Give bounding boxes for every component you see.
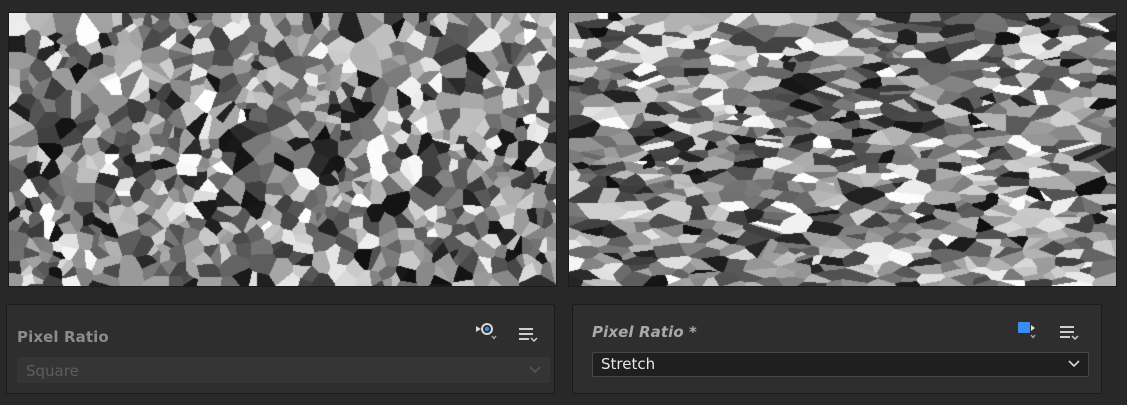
- inherit-link-icon[interactable]: [474, 321, 500, 343]
- preview-square: [8, 12, 557, 287]
- pixel-ratio-value: Square: [26, 362, 79, 380]
- pixel-ratio-select[interactable]: Stretch: [592, 352, 1089, 377]
- pixel-ratio-select[interactable]: Square: [17, 357, 550, 383]
- pixel-ratio-label: Pixel Ratio *: [592, 323, 698, 341]
- chevron-down-icon: [529, 366, 541, 374]
- pixel-ratio-label: Pixel Ratio: [17, 328, 109, 346]
- menu-icon[interactable]: [517, 324, 543, 346]
- exposed-parameter-icon[interactable]: [1016, 320, 1042, 342]
- chevron-down-icon: [1068, 360, 1080, 368]
- pixel-ratio-value: Stretch: [601, 355, 656, 373]
- noise-canvas-square: [9, 13, 556, 286]
- noise-canvas-stretch: [569, 13, 1116, 286]
- app-root: Pixel Ratio Square Pixel Ratio * Stretch: [0, 0, 1127, 405]
- pixel-ratio-panel-left: Pixel Ratio Square: [6, 304, 555, 394]
- menu-icon[interactable]: [1058, 322, 1084, 344]
- preview-stretch: [568, 12, 1117, 287]
- pixel-ratio-panel-right: Pixel Ratio * Stretch: [572, 304, 1102, 394]
